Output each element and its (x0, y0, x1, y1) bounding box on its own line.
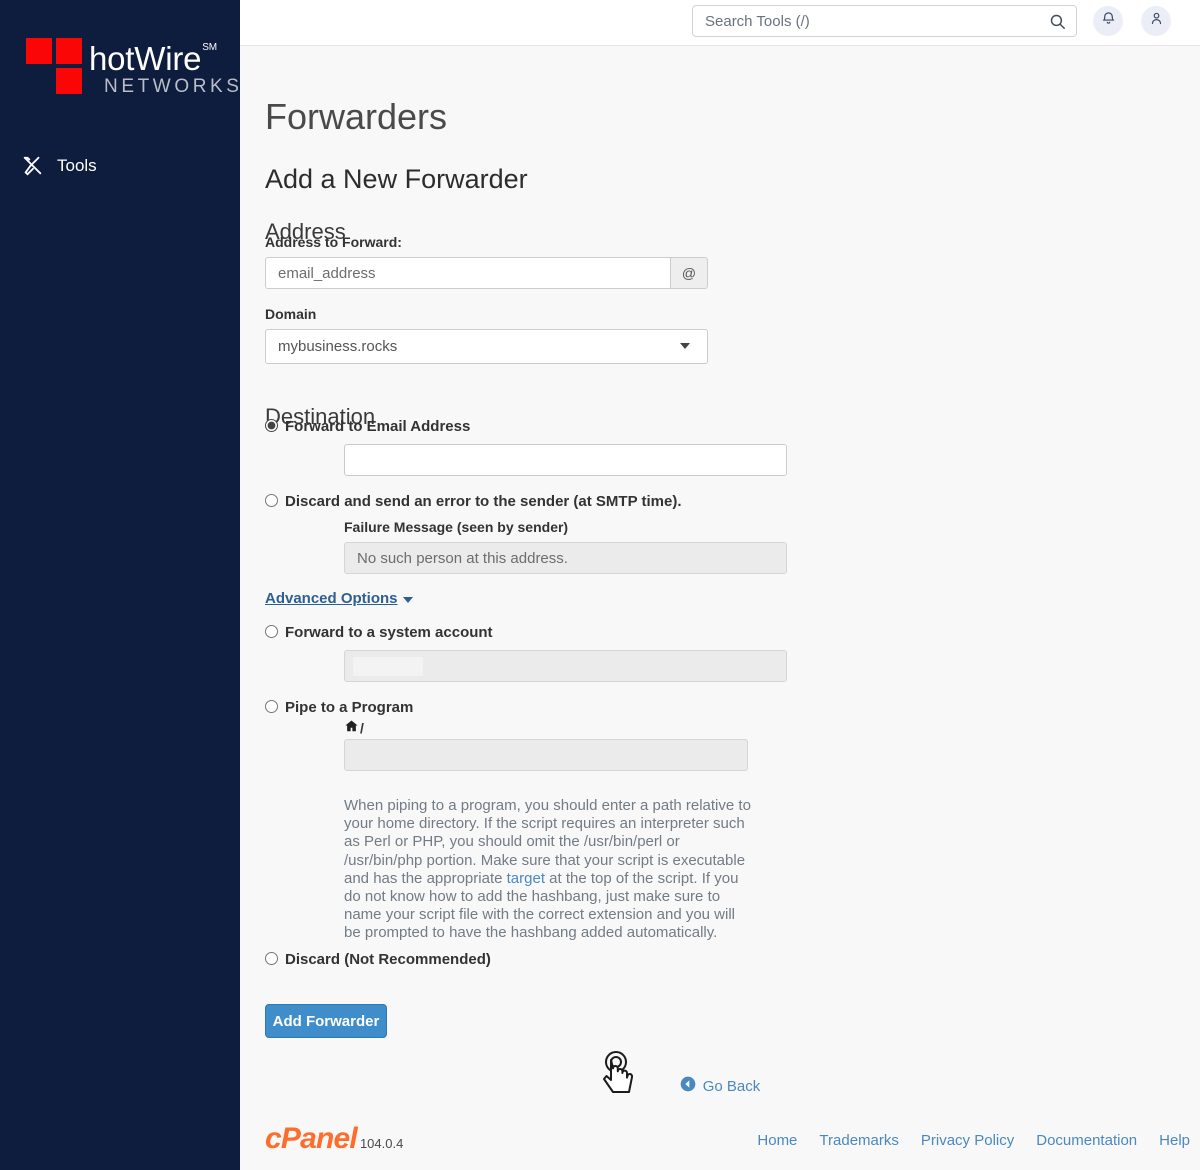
user-menu-button[interactable] (1141, 6, 1171, 36)
radio-pipe-to-program[interactable]: Pipe to a Program (265, 699, 413, 717)
domain-select[interactable]: mybusiness.rocks (265, 329, 708, 364)
logo-trademark: SM (202, 42, 217, 53)
pipe-help-text: When piping to a program, you should ent… (344, 797, 754, 943)
system-account-placeholder (353, 657, 423, 676)
page-title: Forwarders (265, 96, 448, 138)
radio-discard-with-error[interactable]: Discard and send an error to the sender … (265, 493, 681, 511)
address-input-group: @ (265, 257, 708, 289)
pipe-path-slash: / (360, 719, 364, 736)
failure-message-input[interactable] (344, 542, 787, 574)
radio-discard-with-error-input[interactable] (265, 494, 278, 507)
at-symbol-addon[interactable]: @ (670, 257, 708, 289)
sidebar-item-tools[interactable]: Tools (22, 155, 97, 177)
cpanel-version: 104.0.4 (359, 1136, 404, 1151)
bell-icon (1101, 11, 1116, 31)
address-to-forward-label: Address to Forward: (265, 234, 402, 250)
go-back-label: Go Back (702, 1078, 761, 1095)
brand-logo[interactable]: hotWireSM NETWORKS (26, 38, 243, 98)
domain-label: Domain (265, 306, 317, 322)
footer-link-help[interactable]: Help (1159, 1132, 1190, 1149)
advanced-options-label: Advanced Options (265, 590, 398, 607)
radio-discard-not-recommended-label: Discard (Not Recommended) (285, 951, 491, 968)
radio-pipe-to-program-input[interactable] (265, 700, 278, 713)
sidebar: hotWireSM NETWORKS Tools (0, 0, 240, 1170)
top-header (240, 0, 1200, 46)
search-icon[interactable] (1038, 6, 1076, 36)
footer-link-privacy-policy[interactable]: Privacy Policy (921, 1132, 1014, 1149)
sidebar-item-label: Tools (57, 156, 97, 175)
footer-links: Home Trademarks Privacy Policy Documenta… (757, 1132, 1190, 1149)
footer-link-home[interactable]: Home (757, 1132, 797, 1149)
arrow-left-circle-icon (680, 1076, 696, 1097)
logo-primary-name: hotWireSM (89, 39, 243, 76)
radio-discard-not-recommended-input[interactable] (265, 952, 278, 965)
radio-discard-with-error-label: Discard and send an error to the sender … (285, 493, 682, 510)
form-title: Add a New Forwarder (265, 164, 528, 195)
user-avatar-icon (1149, 11, 1164, 31)
search-input[interactable] (693, 6, 1038, 36)
radio-forward-to-email-input[interactable] (265, 419, 278, 432)
logo-primary-text: hotWire (89, 40, 202, 77)
logo-secondary-name: NETWORKS (104, 76, 243, 97)
logo-squares-icon (26, 38, 83, 94)
chevron-down-icon (402, 597, 413, 603)
radio-discard-not-recommended[interactable]: Discard (Not Recommended) (265, 951, 491, 969)
failure-message-label: Failure Message (seen by sender) (344, 519, 569, 535)
add-forwarder-button[interactable]: Add Forwarder (265, 1004, 387, 1038)
radio-forward-to-system-account[interactable]: Forward to a system account (265, 624, 493, 642)
radio-forward-to-system-account-label: Forward to a system account (285, 624, 493, 641)
radio-forward-to-email-label: Forward to Email Address (285, 418, 471, 435)
radio-forward-to-email[interactable]: Forward to Email Address (265, 418, 470, 436)
pipe-help-target-link[interactable]: target (507, 870, 545, 887)
home-icon (344, 719, 359, 736)
notifications-button[interactable] (1093, 6, 1123, 36)
pipe-path-prefix: / (344, 719, 364, 736)
address-to-forward-input[interactable] (265, 257, 670, 289)
forward-email-input[interactable] (344, 444, 787, 476)
footer: cPanel 104.0.4 Home Trademarks Privacy P… (240, 1110, 1200, 1170)
system-account-select[interactable] (344, 650, 787, 682)
tools-icon (22, 155, 44, 177)
main-content: Forwarders Add a New Forwarder Address A… (240, 46, 1200, 1170)
advanced-options-toggle[interactable]: Advanced Options (265, 590, 413, 607)
footer-link-documentation[interactable]: Documentation (1036, 1132, 1137, 1149)
go-back[interactable]: Go Back (240, 1076, 1200, 1097)
footer-link-trademarks[interactable]: Trademarks (819, 1132, 898, 1149)
radio-forward-to-system-account-input[interactable] (265, 625, 278, 638)
search-box[interactable] (692, 5, 1077, 37)
cpanel-brand-text: cPanel (265, 1122, 358, 1155)
pipe-program-input[interactable] (344, 739, 748, 771)
cpanel-logo: cPanel 104.0.4 (265, 1124, 403, 1154)
radio-pipe-to-program-label: Pipe to a Program (285, 699, 414, 716)
logo-text: hotWireSM NETWORKS (89, 38, 243, 98)
